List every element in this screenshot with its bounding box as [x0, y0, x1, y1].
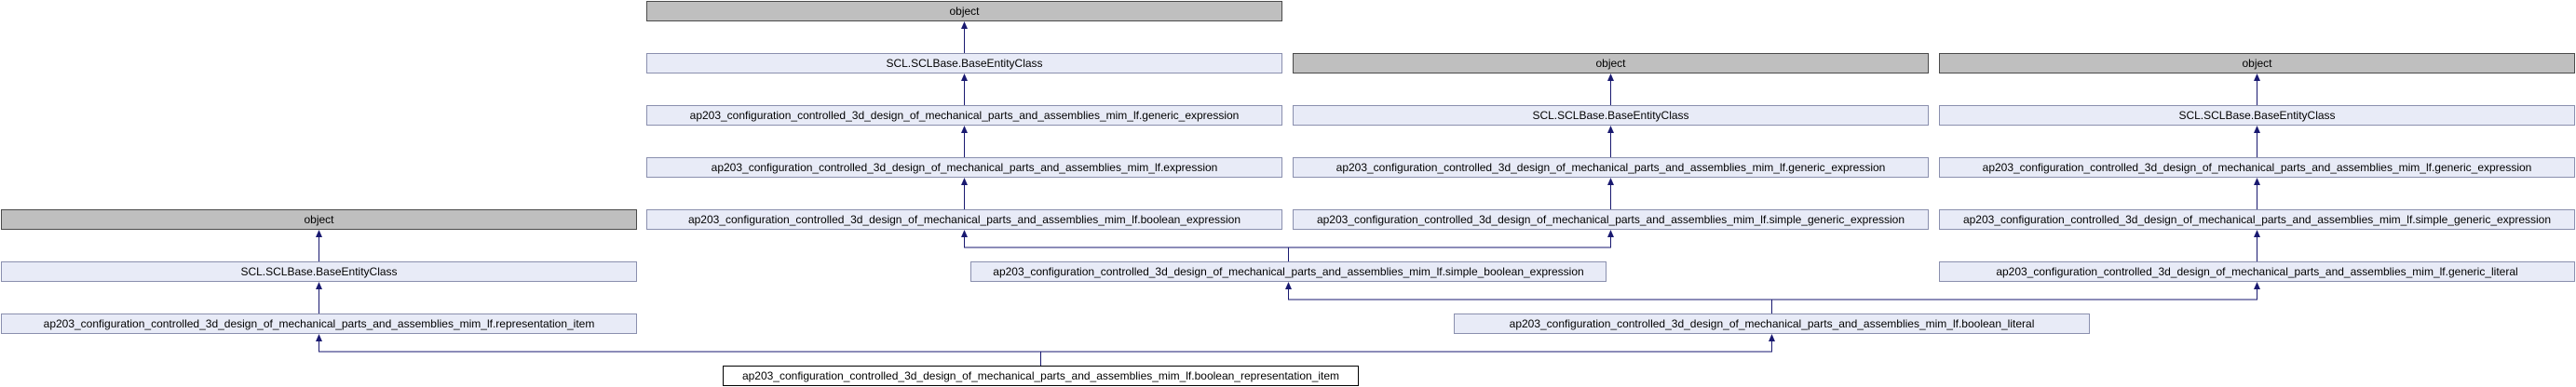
node-boolean-representation-item[interactable]: ap203_configuration_controlled_3d_design… [723, 366, 1359, 386]
arrowhead-simple_bool [1285, 282, 1292, 289]
arrowhead-gen_literal [2254, 282, 2260, 289]
node-base-entity-class-a[interactable]: SCL.SCLBase.BaseEntityClass [646, 53, 1282, 73]
arrowhead-gen_expr_b [1607, 178, 1614, 185]
node-object-b[interactable]: object [1293, 53, 1929, 73]
arrowhead-simple_gen_b [1607, 230, 1614, 237]
arrowhead-obj_b [1607, 73, 1614, 81]
edge-simple_bool-to-simple_gen_b [1288, 236, 1611, 261]
node-representation-item[interactable]: ap203_configuration_controlled_3d_design… [1, 314, 637, 334]
edge-simple_bool-to-bool_expr [964, 236, 1289, 261]
node-boolean-literal[interactable]: ap203_configuration_controlled_3d_design… [1454, 314, 2090, 334]
node-object-d[interactable]: object [1, 209, 637, 230]
arrowhead-gen_expr_a [961, 126, 968, 133]
edge-bool_rep_item-to-rep_item [319, 340, 1041, 366]
arrowhead-base_d [316, 282, 322, 289]
arrowhead-base_a [961, 73, 968, 81]
node-generic-expression-c[interactable]: ap203_configuration_controlled_3d_design… [1939, 157, 2575, 178]
edge-bool_literal-to-gen_literal [1771, 288, 2257, 314]
node-simple-generic-expression-c[interactable]: ap203_configuration_controlled_3d_design… [1939, 209, 2575, 230]
node-expression[interactable]: ap203_configuration_controlled_3d_design… [646, 157, 1282, 178]
arrowhead-gen_expr_c [2254, 178, 2260, 185]
arrowhead-base_c [2254, 126, 2260, 133]
edge-bool_literal-to-simple_bool [1288, 288, 1772, 314]
arrowhead-bool_literal [1769, 334, 1775, 341]
arrowhead-obj_c [2254, 73, 2260, 81]
node-base-entity-class-d[interactable]: SCL.SCLBase.BaseEntityClass [1, 261, 637, 282]
node-boolean-expression[interactable]: ap203_configuration_controlled_3d_design… [646, 209, 1282, 230]
arrowhead-base_b [1607, 126, 1614, 133]
node-simple-boolean-expression[interactable]: ap203_configuration_controlled_3d_design… [970, 261, 1607, 282]
arrowhead-rep_item [316, 334, 322, 341]
node-generic-literal[interactable]: ap203_configuration_controlled_3d_design… [1939, 261, 2575, 282]
arrowhead-obj_a [961, 21, 968, 29]
node-generic-expression-b[interactable]: ap203_configuration_controlled_3d_design… [1293, 157, 1929, 178]
node-base-entity-class-b[interactable]: SCL.SCLBase.BaseEntityClass [1293, 105, 1929, 126]
arrowhead-expr [961, 178, 968, 185]
node-object-c[interactable]: object [1939, 53, 2575, 73]
arrowhead-simple_gen_c [2254, 230, 2260, 237]
node-generic-expression-a[interactable]: ap203_configuration_controlled_3d_design… [646, 105, 1282, 126]
node-base-entity-class-c[interactable]: SCL.SCLBase.BaseEntityClass [1939, 105, 2575, 126]
arrowhead-bool_expr [961, 230, 968, 237]
edge-bool_rep_item-to-bool_literal [1040, 340, 1772, 366]
node-simple-generic-expression-b[interactable]: ap203_configuration_controlled_3d_design… [1293, 209, 1929, 230]
node-object-top[interactable]: object [646, 1, 1282, 21]
arrowhead-obj_d [316, 230, 322, 237]
